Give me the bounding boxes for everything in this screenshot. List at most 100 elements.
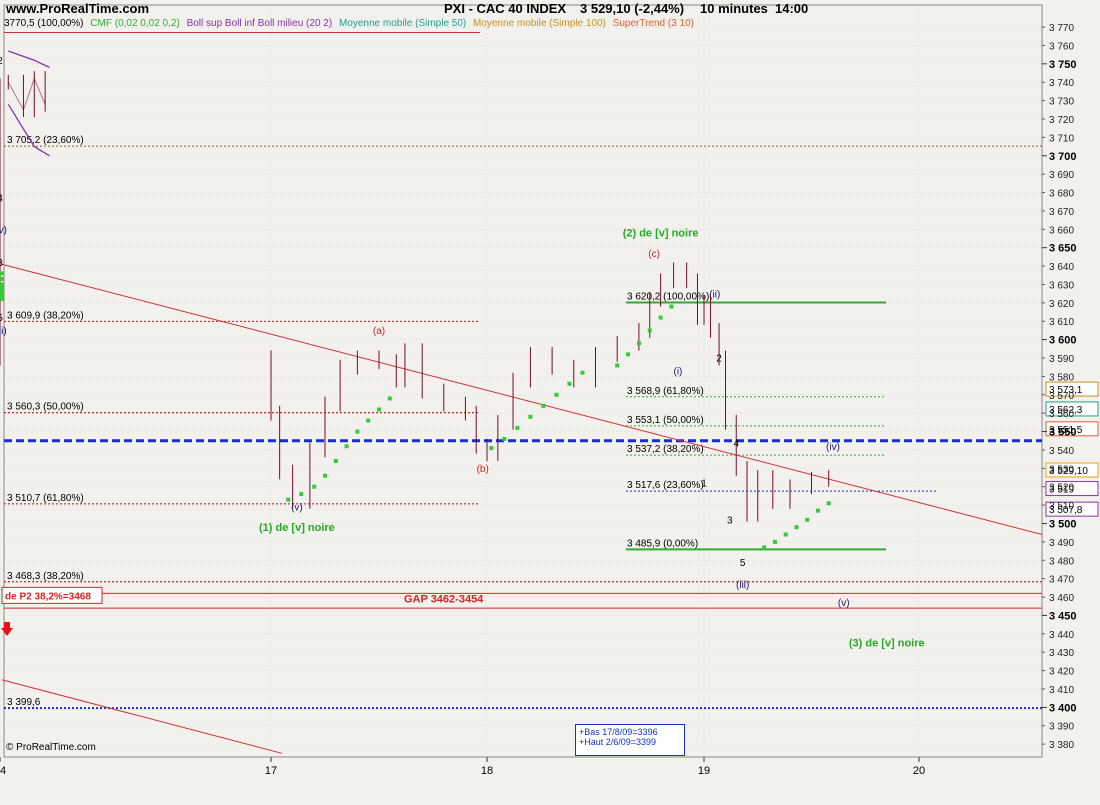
sar-dot xyxy=(658,315,663,320)
info-low: +Bas 17/8/09=3396 xyxy=(579,727,658,737)
y-tick-label-minor: 3 730 xyxy=(1049,97,1074,108)
wave-annotation: 5 xyxy=(0,313,3,324)
wave-annotation: 2 xyxy=(0,56,3,67)
fib-label-right: 3 517,6 (23,60%) xyxy=(627,480,704,491)
y-tick-label: 3 400 xyxy=(1049,702,1077,714)
sar-dot xyxy=(647,328,652,333)
info-box: +Bas 17/8/09=3396 +Haut 2/6/09=3399 xyxy=(575,724,685,756)
y-tick-label-minor: 3 540 xyxy=(1049,446,1074,457)
wave-annotation: (iii) xyxy=(736,580,749,591)
legend-cmf[interactable]: CMF (0,02 0,02 0,2) xyxy=(90,18,179,29)
x-tick-label: 19 xyxy=(698,765,710,777)
sar-dot xyxy=(0,276,4,281)
interval-label: 10 minutes xyxy=(700,1,768,16)
sar-dot xyxy=(528,414,533,419)
first-value-label: 3770,5 (100,00%) xyxy=(4,18,84,29)
indicator-legend: 3770,5 (100,00%) CMF (0,02 0,02 0,2) Bol… xyxy=(4,18,698,29)
chart-window: 3 705,2 (23,60%) 3 609,9 (38,20%) 3 560,3 … xyxy=(0,0,1100,800)
sar-dot xyxy=(0,286,4,291)
sar-dot xyxy=(286,497,291,502)
y-tick-label-minor: 3 570 xyxy=(1049,391,1074,402)
wave-annotation: (b) xyxy=(477,464,489,475)
sar-dot xyxy=(0,289,4,294)
y-tick-label-minor: 3 580 xyxy=(1049,372,1074,383)
sar-dot xyxy=(772,539,777,544)
sar-dot xyxy=(567,381,572,386)
sar-dot xyxy=(815,508,820,513)
y-tick-label-minor: 3 440 xyxy=(1049,630,1074,641)
sar-dot xyxy=(626,352,631,357)
sar-dot xyxy=(636,341,641,346)
sar-dot xyxy=(826,501,831,506)
legend-supertrend[interactable]: SuperTrend (3 10) xyxy=(613,18,694,29)
wave-annotation: 5 xyxy=(740,558,746,569)
sar-dot xyxy=(615,363,620,368)
sar-dot xyxy=(554,392,559,397)
last-price: 3 529,10 (-2,44%) xyxy=(580,1,685,16)
legend-ma50[interactable]: Moyenne mobile (Simple 50) xyxy=(339,18,466,29)
sar-dot xyxy=(0,271,4,276)
fib-label-left: 3 468,3 (38,20%) xyxy=(7,571,84,582)
wave-annotation: 1 xyxy=(701,479,707,490)
fib-label-right: 3 553,1 (50,00%) xyxy=(627,415,704,426)
p2-box-label: de P2 38,2%=3468 xyxy=(5,591,91,602)
sar-dot xyxy=(783,532,788,537)
y-tick-label-minor: 3 710 xyxy=(1049,133,1074,144)
wave-annotation: 4 xyxy=(733,438,739,449)
y-tick-label-minor: 3 770 xyxy=(1049,23,1074,34)
fib-label-left: 3 399,6 xyxy=(7,697,41,708)
sar-dot xyxy=(0,282,4,287)
x-tick-label: 17 xyxy=(265,765,277,777)
wave-label: (2) de [v] noire xyxy=(623,228,699,240)
sar-dot xyxy=(762,545,767,550)
fib-label-left: 3 609,9 (38,20%) xyxy=(7,310,84,321)
sar-dot xyxy=(515,425,520,430)
y-tick-label: 3 650 xyxy=(1049,243,1077,255)
fib-label-right: 3 485,9 (0,00%) xyxy=(627,538,698,549)
instrument-title: PXI - CAC 40 INDEX xyxy=(444,1,567,16)
y-tick-label-minor: 3 690 xyxy=(1049,170,1074,181)
y-tick-label-minor: 3 530 xyxy=(1049,464,1074,475)
y-tick-label: 3 550 xyxy=(1049,427,1077,439)
legend-ma100[interactable]: Moyenne mobile (Simple 100) xyxy=(473,18,606,29)
legend-bollinger[interactable]: Boll sup Boll inf Boll milieu (20 2) xyxy=(187,18,333,29)
sar-dot xyxy=(541,403,546,408)
fib-label-left: 3 510,7 (61,80%) xyxy=(7,493,84,504)
y-tick-label-minor: 3 620 xyxy=(1049,299,1074,310)
y-tick-label-minor: 3 740 xyxy=(1049,78,1074,89)
sar-dot xyxy=(794,525,799,530)
wave-label: (3) de [v] noire xyxy=(849,638,925,650)
y-tick-label-minor: 3 660 xyxy=(1049,225,1074,236)
y-tick-label-minor: 3 410 xyxy=(1049,685,1074,696)
y-tick-label-minor: 3 490 xyxy=(1049,538,1074,549)
y-tick-label: 3 750 xyxy=(1049,59,1077,71)
y-tick-label-minor: 3 430 xyxy=(1049,648,1074,659)
y-tick-label: 3 600 xyxy=(1049,335,1077,347)
y-tick-label: 3 500 xyxy=(1049,518,1077,530)
sar-dot xyxy=(580,370,585,375)
sar-dot xyxy=(669,304,674,309)
wave-annotation: (iv) xyxy=(0,225,7,236)
y-tick-label-minor: 3 680 xyxy=(1049,189,1074,200)
wave-annotation: (a) xyxy=(373,326,385,337)
watermark: © ProRealTime.com xyxy=(6,742,96,753)
y-tick-label-minor: 3 470 xyxy=(1049,575,1074,586)
fib-label-right: 3 537,2 (38,20%) xyxy=(627,444,704,455)
sar-dot xyxy=(299,492,304,497)
sar-dot xyxy=(312,484,317,489)
site-title[interactable]: www.ProRealTime.com xyxy=(6,1,149,16)
wave-annotation: 2 xyxy=(716,354,722,365)
sar-dot xyxy=(0,297,4,302)
sar-dot xyxy=(355,429,360,434)
sar-dot xyxy=(489,446,494,451)
price-chart: 3 705,2 (23,60%) 3 609,9 (38,20%) 3 560,3 … xyxy=(0,0,1100,800)
sar-dot xyxy=(387,396,392,401)
x-tick-label: 18 xyxy=(481,765,493,777)
wave-annotation: (i) xyxy=(674,367,683,378)
fib-label-right: 3 620,2 (100,00%) xyxy=(627,291,709,302)
y-tick-label-minor: 3 420 xyxy=(1049,667,1074,678)
legend-underline xyxy=(4,32,480,33)
sar-dot xyxy=(366,418,371,423)
sar-dot xyxy=(344,444,349,449)
y-tick-label-minor: 3 560 xyxy=(1049,409,1074,420)
